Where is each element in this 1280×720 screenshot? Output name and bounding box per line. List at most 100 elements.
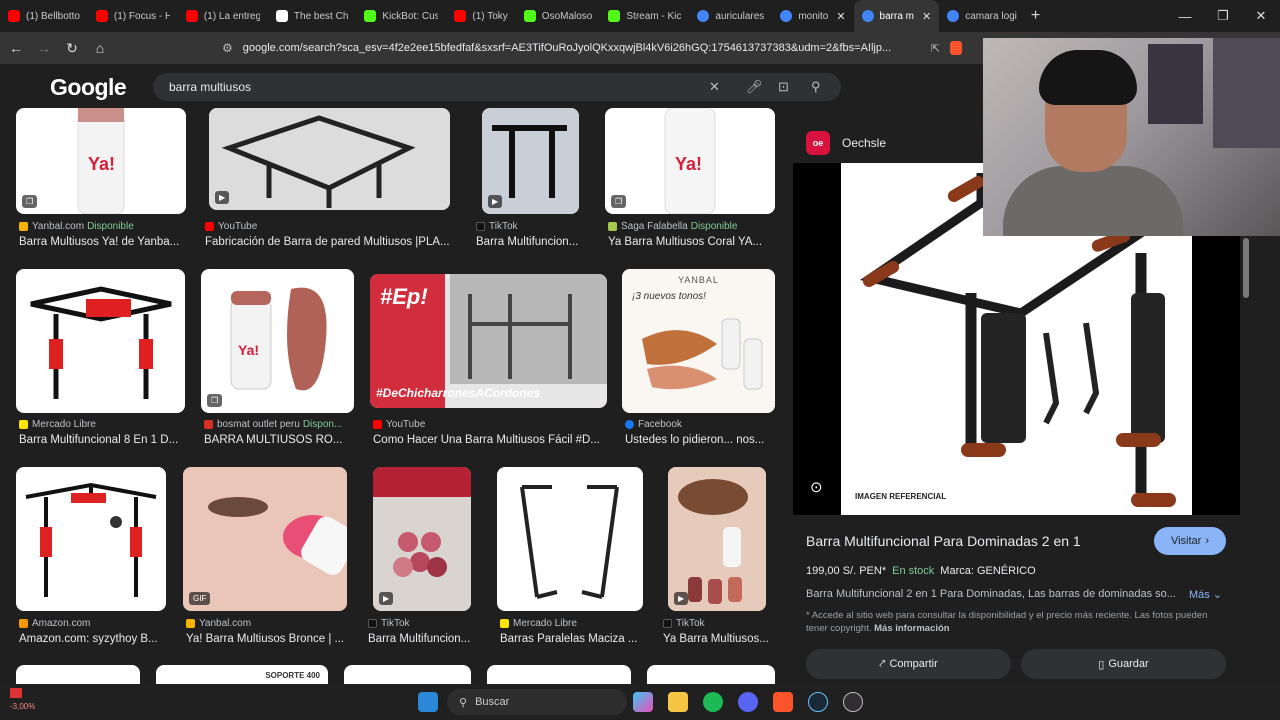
copilot-icon[interactable] — [633, 692, 653, 712]
result-caption-1[interactable]: Fabricación de Barra de pared Multiusos … — [205, 236, 460, 248]
result-image-11[interactable] — [497, 467, 643, 611]
forward-button[interactable]: → — [32, 40, 56, 56]
obs-icon[interactable] — [843, 692, 863, 712]
tab-8[interactable]: auriculares — [689, 0, 772, 32]
result-caption-12[interactable]: Ya Barra Multiusos... — [663, 633, 773, 645]
share-label: Compartir — [889, 658, 938, 670]
address-bar[interactable]: ⚙ google.com/search?sca_esv=4f2e2ee15bfe… — [222, 37, 982, 59]
visit-button[interactable]: Visitar › — [1154, 527, 1226, 555]
panel-title[interactable]: Barra Multifuncional Para Dominadas 2 en… — [806, 533, 1081, 549]
tab-2[interactable]: (1) La entreg — [178, 0, 268, 32]
result-caption-8[interactable]: Amazon.com: syzythoy B... — [19, 633, 164, 645]
result-image-10[interactable]: ▶ — [373, 467, 471, 611]
share-icon[interactable]: ⇱ — [931, 42, 940, 55]
result-image-6[interactable]: #Ep! #DeChicharronesACordones — [370, 274, 607, 408]
tab-3[interactable]: The best Ch — [268, 0, 356, 32]
save-button[interactable]: ▯ Guardar — [1021, 649, 1226, 679]
google-lens-icon[interactable]: ⊙ — [810, 478, 823, 496]
site-favicon — [663, 619, 672, 628]
maximize-icon[interactable]: ❐ — [1204, 8, 1242, 24]
result-image-9[interactable]: GIF — [183, 467, 347, 611]
result-caption-11[interactable]: Barras Paralelas Maciza ... — [500, 633, 645, 645]
result-source-6: YouTube — [373, 419, 603, 430]
close-tab-icon[interactable]: ✕ — [836, 10, 845, 23]
result-image-8[interactable] — [16, 467, 166, 611]
panel-site-header[interactable]: oe Oechsle — [806, 131, 886, 155]
result-caption-6[interactable]: Como Hacer Una Barra Multiusos Fácil #D.… — [373, 434, 608, 446]
visit-label: Visitar — [1170, 535, 1202, 547]
result-image-13[interactable] — [16, 665, 140, 684]
weather-widget[interactable]: -3,00% — [10, 688, 35, 712]
search-icon[interactable]: ⚲ — [811, 79, 821, 95]
tab-11[interactable]: camara logi — [939, 0, 1025, 32]
tab-9[interactable]: monito ✕ — [772, 0, 853, 32]
site-favicon — [608, 222, 617, 231]
result-image-0[interactable]: Ya! ❐ — [16, 108, 186, 214]
tab-0[interactable]: (1) Bellbotto — [0, 0, 88, 32]
google-icon — [947, 10, 960, 22]
new-tab-button[interactable]: + — [1031, 7, 1040, 25]
discord-icon[interactable] — [738, 692, 758, 712]
windows-start-icon[interactable] — [418, 692, 438, 712]
result-caption-7[interactable]: Ustedes lo pidieron... nos... — [625, 434, 775, 446]
result-caption-9[interactable]: Ya! Barra Multiusos Bronce | ... — [186, 633, 346, 645]
file-explorer-icon[interactable] — [668, 692, 688, 712]
result-caption-2[interactable]: Barra Multifuncion... — [476, 236, 588, 248]
result-source-2: TikTok — [476, 221, 586, 232]
taskbar-search-label: Buscar — [475, 696, 510, 708]
brave-icon[interactable] — [773, 692, 793, 712]
spotify-icon[interactable] — [703, 692, 723, 712]
result-image-12[interactable]: ▶ — [668, 467, 766, 611]
result-image-4[interactable] — [16, 269, 185, 413]
result-image-3[interactable]: Ya! ❐ — [605, 108, 775, 214]
reload-button[interactable]: ↻ — [60, 40, 84, 57]
search-box[interactable]: barra multiusos ✕ 🎤︎ ⊡ ⚲ — [153, 73, 841, 101]
close-window-icon[interactable]: ✕ — [1242, 8, 1280, 24]
close-tab-icon[interactable]: ✕ — [922, 10, 931, 23]
price-line: 199,00 S/. PEN* En stock Marca: GENÉRICO — [806, 565, 1036, 577]
clear-icon[interactable]: ✕ — [709, 79, 720, 95]
more-info-link[interactable]: Más información — [874, 623, 950, 634]
site-favicon — [625, 420, 634, 429]
tab-1[interactable]: (1) Focus - H — [88, 0, 178, 32]
result-caption-3[interactable]: Ya Barra Multiusos Coral YA... — [608, 236, 780, 248]
result-image-5[interactable]: Ya! ❐ — [201, 269, 354, 413]
result-caption-0[interactable]: Barra Multiusos Ya! de Yanba... — [19, 236, 189, 248]
tab-10-active[interactable]: barra m ✕ — [853, 0, 940, 32]
result-caption-4[interactable]: Barra Multifuncional 8 En 1 D... — [19, 434, 184, 446]
result-caption-5[interactable]: BARRA MULTIUSOS RO... — [204, 434, 354, 446]
minimize-icon[interactable]: — — [1166, 9, 1204, 24]
tab-7[interactable]: Stream - Kic — [600, 0, 689, 32]
back-button[interactable]: ← — [4, 40, 28, 56]
result-image-17[interactable] — [647, 665, 775, 684]
search-input[interactable]: barra multiusos — [169, 80, 251, 94]
site-info-icon[interactable]: ⚙ — [222, 41, 233, 55]
home-button[interactable]: ⌂ — [88, 40, 112, 56]
result-source-5: bosmat outlet peru Dispon... — [204, 419, 354, 430]
result-image-16[interactable] — [487, 665, 631, 684]
result-caption-10[interactable]: Barra Multifuncion... — [368, 633, 476, 645]
result-image-1[interactable]: ▶ — [209, 108, 450, 210]
brave-shield-icon[interactable] — [949, 41, 962, 55]
result-image-2[interactable]: ▶ — [482, 108, 579, 214]
google-logo[interactable]: Google — [50, 74, 127, 101]
taskbar-search[interactable]: ⚲ Buscar — [447, 689, 627, 715]
result-image-15[interactable] — [344, 665, 471, 684]
tab-4[interactable]: KickBot: Cus — [356, 0, 446, 32]
share-button[interactable]: ⤤ Compartir — [806, 649, 1011, 679]
svg-text:Ya!: Ya! — [675, 154, 702, 174]
tab-5[interactable]: (1) Toky — [446, 0, 515, 32]
youtube-icon — [8, 10, 20, 22]
lens-icon[interactable]: ⊡ — [778, 79, 789, 95]
tonos-text: ¡3 nuevos tonos! — [632, 291, 706, 302]
more-button[interactable]: Más ⌄ — [1189, 588, 1222, 601]
google-icon — [780, 10, 793, 22]
panel-scrollbar[interactable] — [1243, 238, 1249, 298]
steam-icon[interactable] — [808, 692, 828, 712]
result-image-14[interactable]: SOPORTE 400 — [156, 665, 328, 684]
tab-6[interactable]: OsoMaloso — [516, 0, 601, 32]
result-image-7[interactable]: YANBAL ¡3 nuevos tonos! — [622, 269, 775, 413]
voice-search-icon[interactable]: 🎤︎ — [746, 79, 763, 95]
webcam-overlay — [983, 38, 1280, 236]
multiple-images-icon: ❐ — [611, 195, 627, 208]
